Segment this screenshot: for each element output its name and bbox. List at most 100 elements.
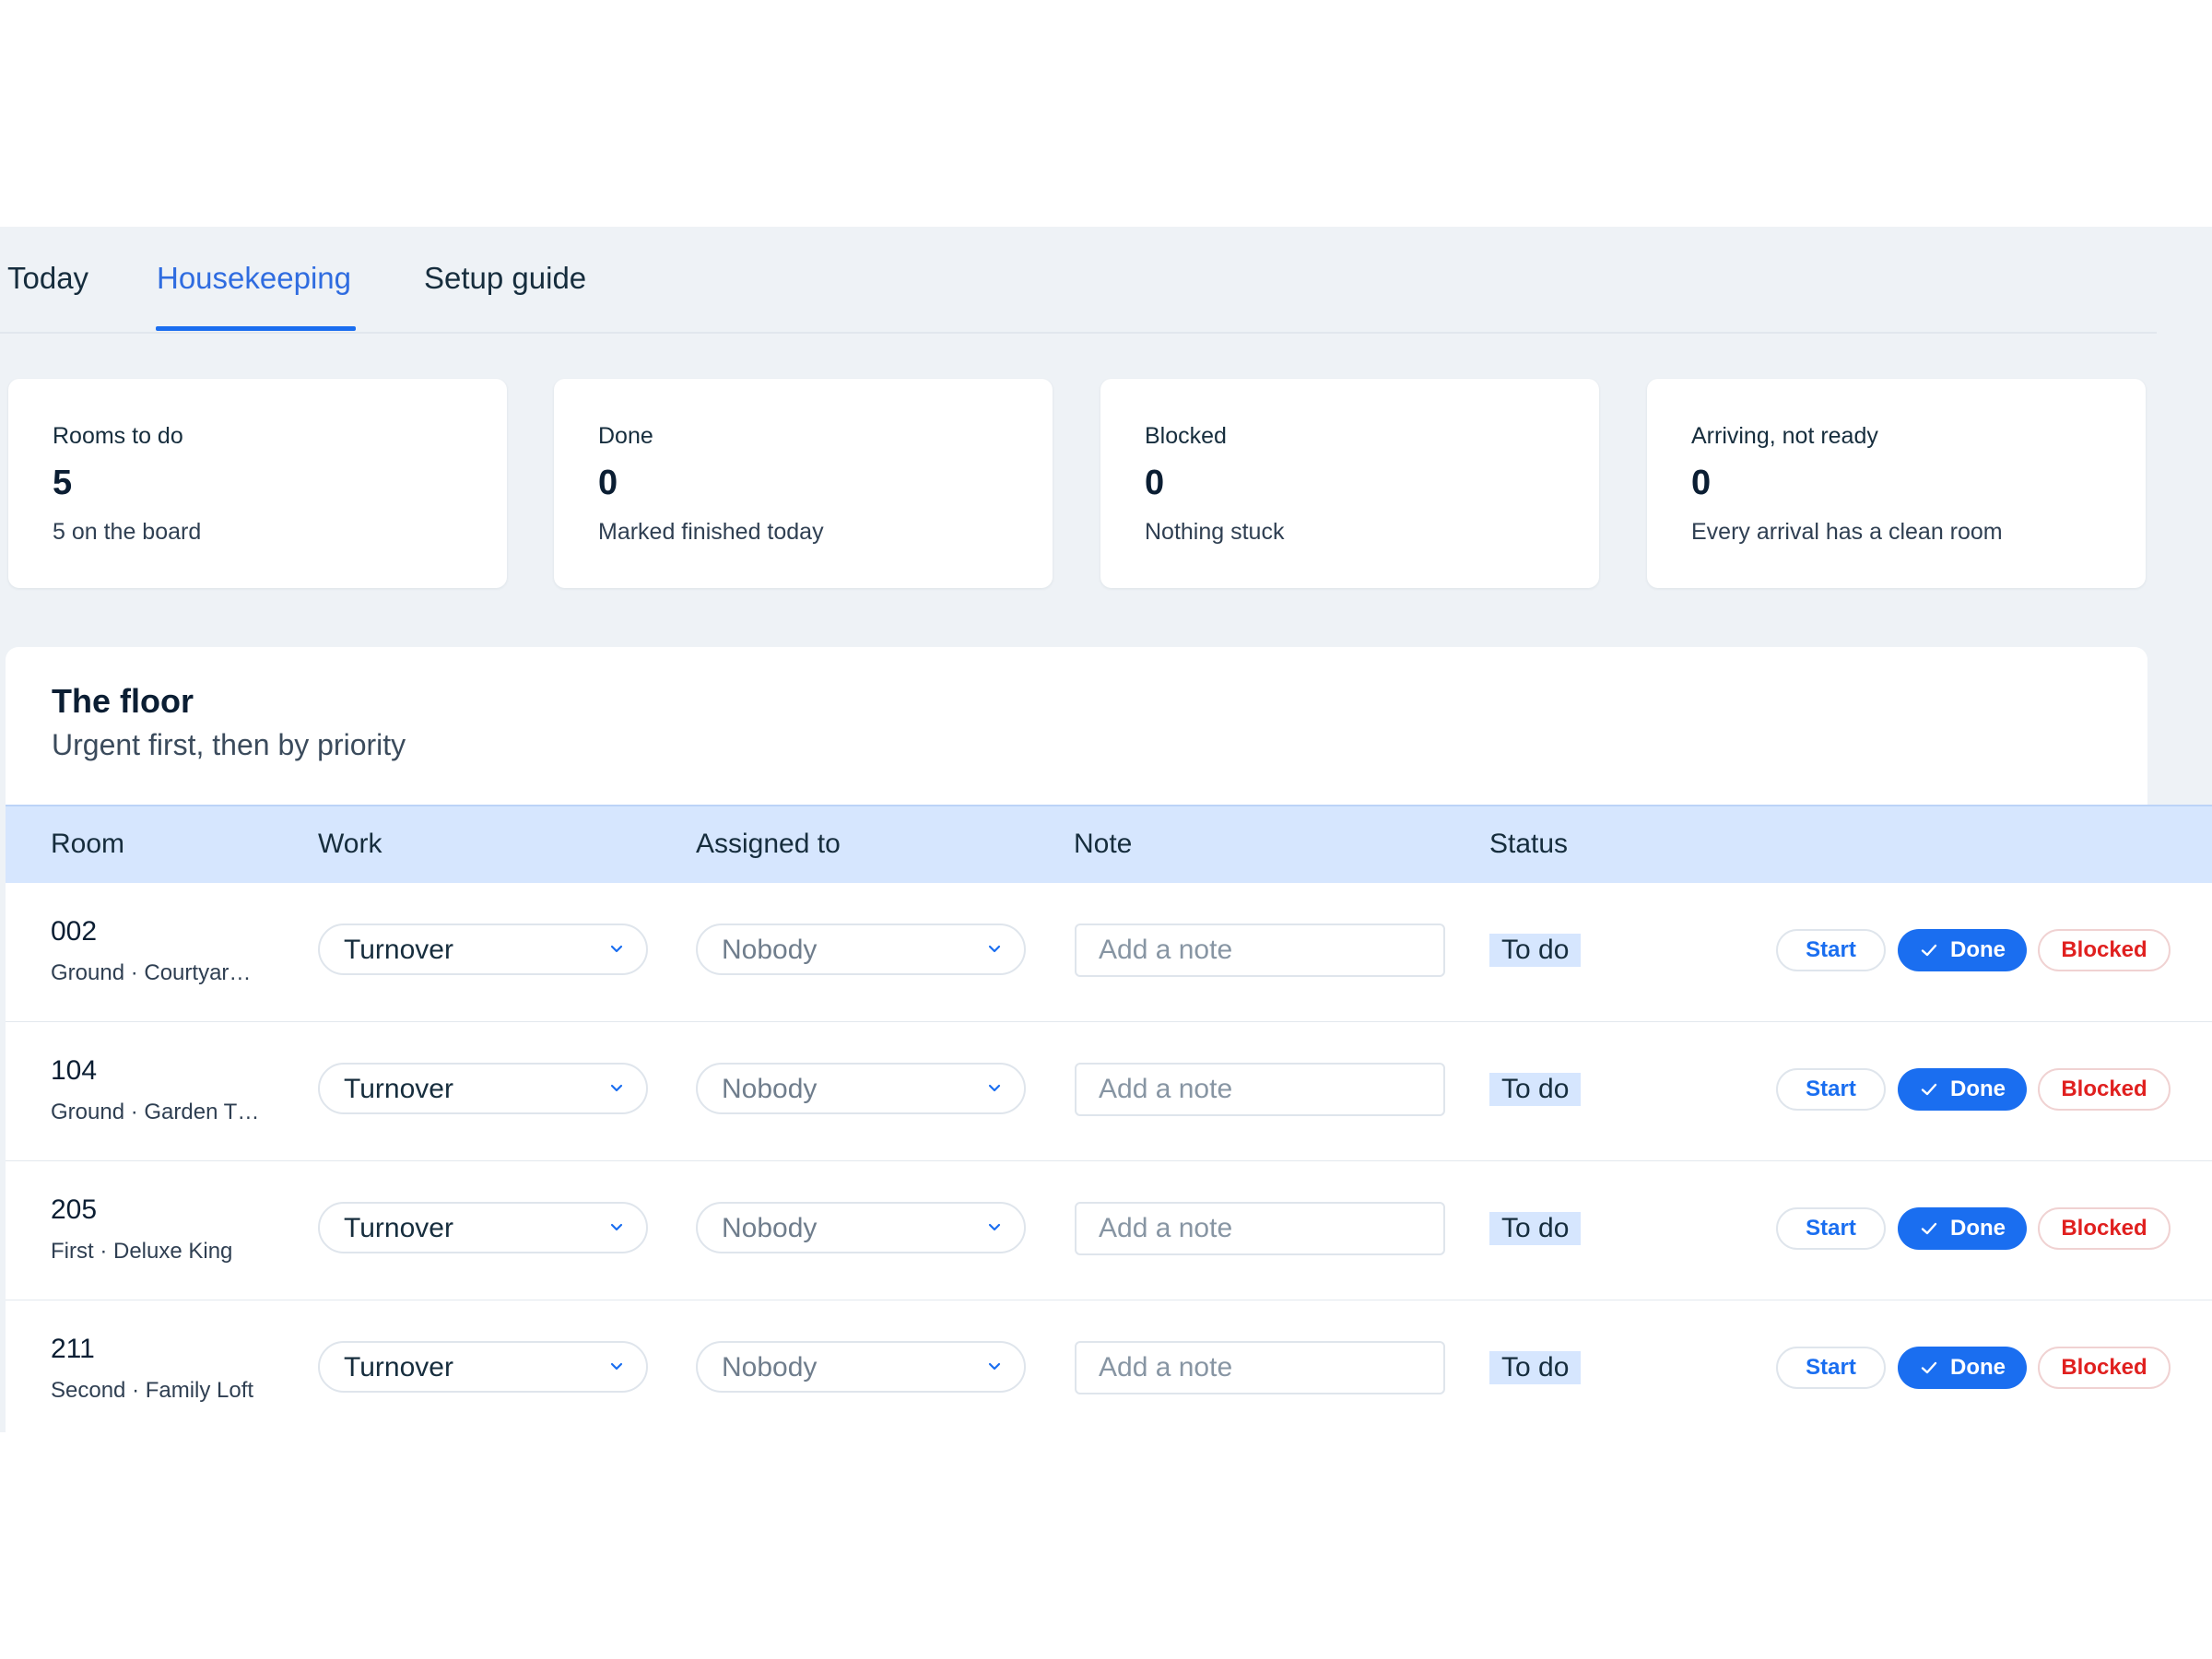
housekeeping-app: Today Housekeeping Setup guide Rooms to … [0,227,2212,1432]
blocked-button-label: Blocked [2061,937,2147,962]
room-number: 104 [51,1055,98,1086]
start-button[interactable]: Start [1776,1068,1886,1111]
done-button-label: Done [1950,1355,2006,1380]
done-button-label: Done [1950,1216,2006,1241]
blocked-button-label: Blocked [2061,1355,2147,1380]
check-icon [1921,1361,1937,1374]
assignee-select-value: Nobody [722,1213,818,1243]
start-button[interactable]: Start [1776,929,1886,971]
start-button[interactable]: Start [1776,1347,1886,1389]
stat-caption: Every arrival has a clean room [1691,519,2003,545]
work-select-value: Turnover [344,1074,453,1104]
tab-bar: Today Housekeeping Setup guide [0,227,2157,334]
status-badge: To do [1489,1212,1582,1245]
stat-label: Rooms to do [53,423,183,449]
note-input[interactable] [1075,924,1445,977]
assignee-select-value: Nobody [722,1074,818,1104]
done-button[interactable]: Done [1898,929,2027,971]
floor-subtitle: Urgent first, then by priority [52,728,406,761]
room-location: First · Deluxe King [51,1239,233,1264]
assignee-select[interactable]: Nobody [696,1341,1026,1393]
blocked-button[interactable]: Blocked [2038,1347,2171,1389]
check-icon [1921,1222,1937,1235]
stat-card-done: Done 0 Marked finished today [554,379,1053,588]
done-button-label: Done [1950,937,2006,962]
room-number: 205 [51,1194,98,1225]
chevron-down-icon [610,945,623,953]
blocked-button[interactable]: Blocked [2038,929,2171,971]
blocked-button-label: Blocked [2061,1077,2147,1101]
chevron-down-icon [610,1362,623,1371]
stat-caption: Marked finished today [598,519,824,545]
room-location: Second · Family Loft [51,1378,254,1403]
table-row: 002 Ground · Courtyar… Turnover Nobody T… [6,883,2212,1023]
status-badge: To do [1489,1351,1582,1384]
column-header-note: Note [1074,829,1133,859]
work-select[interactable]: Turnover [318,1341,648,1393]
status-badge: To do [1489,934,1582,967]
work-select-value: Turnover [344,1213,453,1243]
start-button-label: Start [1806,1216,1856,1241]
note-input[interactable] [1075,1063,1445,1116]
start-button-label: Start [1806,937,1856,962]
work-select-value: Turnover [344,1352,453,1382]
assignee-select[interactable]: Nobody [696,1202,1026,1253]
start-button-label: Start [1806,1355,1856,1380]
room-location: Ground · Courtyar… [51,960,252,985]
done-button-label: Done [1950,1077,2006,1101]
stat-caption: Nothing stuck [1145,519,1285,545]
stat-value: 0 [1145,464,1165,502]
chevron-down-icon [610,1084,623,1092]
table-header: Room Work Assigned to Note Status [6,805,2212,884]
stat-value: 0 [598,464,618,502]
stat-card-rooms-to-do: Rooms to do 5 5 on the board [8,379,507,588]
check-icon [1921,1083,1937,1096]
column-header-work: Work [318,829,382,859]
table-row: 104 Ground · Garden T… Turnover Nobody T… [6,1022,2212,1162]
chevron-down-icon [988,1084,1001,1092]
blocked-button[interactable]: Blocked [2038,1207,2171,1250]
active-tab-indicator [156,326,356,331]
room-number: 211 [51,1334,95,1364]
column-header-assigned-to: Assigned to [696,829,841,859]
assignee-select-value: Nobody [722,935,818,965]
work-select[interactable]: Turnover [318,924,648,975]
room-number: 002 [51,916,98,947]
tab-setup-guide[interactable]: Setup guide [424,260,586,297]
table-row: 205 First · Deluxe King Turnover Nobody … [6,1161,2212,1301]
stat-label: Blocked [1145,423,1227,449]
chevron-down-icon [988,945,1001,953]
done-button[interactable]: Done [1898,1207,2027,1250]
stat-label: Arriving, not ready [1691,423,1878,449]
work-select-value: Turnover [344,935,453,965]
blocked-button-label: Blocked [2061,1216,2147,1241]
assignee-select-value: Nobody [722,1352,818,1382]
floor-title: The floor [52,682,194,720]
note-input[interactable] [1075,1341,1445,1394]
check-icon [1921,944,1937,957]
chevron-down-icon [988,1362,1001,1371]
start-button[interactable]: Start [1776,1207,1886,1250]
status-badge: To do [1489,1073,1582,1106]
assignee-select[interactable]: Nobody [696,1063,1026,1114]
done-button[interactable]: Done [1898,1068,2027,1111]
column-header-status: Status [1489,829,1569,859]
start-button-label: Start [1806,1077,1856,1101]
tab-housekeeping[interactable]: Housekeeping [157,260,351,297]
stat-value: 5 [53,464,73,502]
chevron-down-icon [610,1223,623,1231]
stat-card-blocked: Blocked 0 Nothing stuck [1100,379,1599,588]
work-select[interactable]: Turnover [318,1063,648,1114]
work-select[interactable]: Turnover [318,1202,648,1253]
assignee-select[interactable]: Nobody [696,924,1026,975]
table-row: 211 Second · Family Loft Turnover Nobody… [6,1300,2212,1432]
room-location: Ground · Garden T… [51,1100,260,1124]
chevron-down-icon [988,1223,1001,1231]
column-header-room: Room [51,829,125,859]
note-input[interactable] [1075,1202,1445,1255]
tab-today[interactable]: Today [7,260,88,297]
done-button[interactable]: Done [1898,1347,2027,1389]
blocked-button[interactable]: Blocked [2038,1068,2171,1111]
stat-value: 0 [1691,464,1712,502]
stat-card-arriving-not-ready: Arriving, not ready 0 Every arrival has … [1647,379,2146,588]
